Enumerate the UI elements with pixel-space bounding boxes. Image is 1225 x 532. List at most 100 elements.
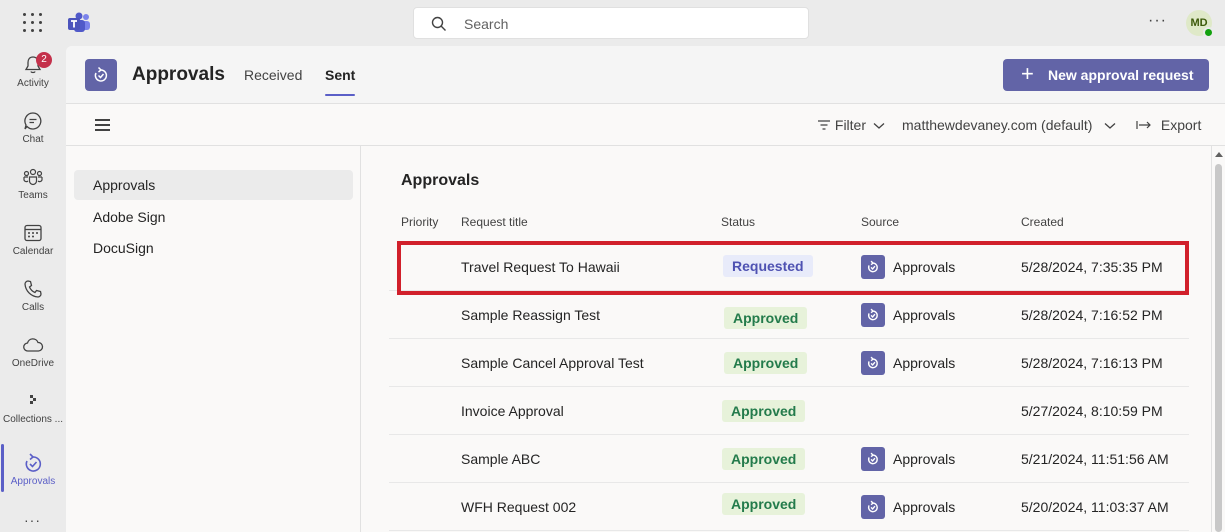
calendar-icon — [24, 224, 42, 242]
filter-button[interactable]: Filter — [817, 117, 885, 133]
chevron-down-icon — [873, 123, 885, 129]
source-label: Approvals — [893, 355, 956, 371]
created-date: 5/20/2024, 11:03:37 AM — [1021, 499, 1169, 515]
table-row[interactable]: Sample Cancel Approval Test Approved App… — [389, 339, 1189, 387]
request-title: Sample Cancel Approval Test — [461, 355, 644, 371]
tab-sent[interactable]: Sent — [325, 67, 356, 96]
approvals-app-icon — [85, 59, 117, 91]
approvals-source-icon — [861, 495, 885, 519]
hamburger-menu-icon[interactable] — [95, 119, 110, 131]
rail-item-calls[interactable]: Calls — [0, 270, 66, 326]
more-options-icon[interactable]: ··· — [1148, 12, 1167, 30]
export-label: Export — [1160, 117, 1202, 133]
rail-item-chat[interactable]: Chat — [0, 102, 66, 158]
status-badge: Requested — [723, 255, 813, 277]
created-date: 5/28/2024, 7:35:35 PM — [1021, 259, 1163, 275]
nav-item-adobe-sign[interactable]: Adobe Sign — [74, 202, 353, 232]
request-title: Invoice Approval — [461, 403, 564, 419]
filter-label: Filter — [834, 117, 867, 133]
rail-label: Teams — [18, 190, 48, 201]
environment-dropdown[interactable]: matthewdevaney.com (default) — [902, 117, 1116, 133]
presence-available-icon — [1203, 27, 1214, 38]
rail-label: Calls — [21, 302, 45, 313]
list-scrollbar[interactable] — [1211, 146, 1225, 532]
approvals-source-icon — [861, 351, 885, 375]
cloud-icon — [23, 338, 44, 352]
rail-item-teams[interactable]: Teams — [0, 158, 66, 214]
status-badge: Approved — [722, 400, 806, 422]
request-title: WFH Request 002 — [461, 499, 577, 515]
collections-icon — [30, 395, 36, 404]
rail-label: OneDrive — [11, 358, 55, 369]
filter-icon — [818, 120, 830, 130]
source-label: Approvals — [893, 451, 956, 467]
table-row[interactable]: Sample ABC Approved Approvals 5/21/2024,… — [389, 435, 1189, 483]
request-title: Travel Request To Hawaii — [461, 259, 620, 275]
environment-label: matthewdevaney.com (default) — [902, 117, 1093, 133]
source-nav: Approvals Adobe Sign DocuSign — [66, 146, 361, 532]
teams-logo-icon — [68, 12, 90, 32]
status-badge: Approved — [724, 352, 808, 374]
rail-label: Chat — [22, 134, 44, 145]
column-header-status[interactable]: Status — [721, 215, 755, 229]
top-bar: Search ··· MD — [0, 0, 1225, 46]
request-title: Sample ABC — [461, 451, 541, 467]
tab-received[interactable]: Received — [244, 67, 302, 83]
status-badge: Approved — [722, 448, 806, 470]
scrollbar-thumb[interactable] — [1215, 164, 1222, 532]
source-label: Approvals — [893, 307, 956, 323]
chevron-down-icon — [1104, 123, 1116, 129]
source-label: Approvals — [893, 259, 956, 275]
nav-item-docusign[interactable]: DocuSign — [74, 233, 353, 263]
approvals-source-icon — [861, 447, 885, 471]
table-row[interactable]: Invoice Approval Approved 5/27/2024, 8:1… — [389, 387, 1189, 435]
approvals-list: Approvals Priority Request title Status … — [362, 146, 1225, 532]
export-icon — [1136, 121, 1151, 129]
new-approval-label: New approval request — [1048, 67, 1194, 83]
table-row[interactable]: Travel Request To Hawaii Requested Appro… — [389, 243, 1189, 291]
user-avatar[interactable]: MD — [1186, 10, 1214, 38]
column-header-created[interactable]: Created — [1021, 215, 1064, 229]
teams-icon — [23, 168, 43, 186]
plus-icon: + — [1021, 61, 1034, 86]
new-approval-request-button[interactable]: + New approval request — [1003, 59, 1209, 91]
more-apps-icon[interactable]: ··· — [24, 512, 41, 528]
app-rail: 2 Activity Chat Teams Calendar Calls One… — [0, 46, 66, 532]
created-date: 5/28/2024, 7:16:13 PM — [1021, 355, 1163, 371]
status-badge: Approved — [724, 307, 808, 329]
rail-item-approvals[interactable]: Approvals — [0, 444, 66, 500]
column-header-source[interactable]: Source — [861, 215, 899, 229]
created-date: 5/28/2024, 7:16:52 PM — [1021, 307, 1163, 323]
approvals-icon — [25, 453, 42, 472]
search-placeholder: Search — [464, 16, 509, 32]
rail-label: Approvals — [10, 476, 56, 487]
column-header-request-title[interactable]: Request title — [461, 215, 528, 229]
approvals-app: Approvals Received Sent + New approval r… — [66, 46, 1225, 532]
table-row[interactable]: WFH Request 002 Approved Approvals 5/20/… — [389, 483, 1189, 531]
column-header-priority[interactable]: Priority — [401, 215, 438, 229]
list-title: Approvals — [401, 172, 480, 189]
created-date: 5/21/2024, 11:51:56 AM — [1021, 451, 1169, 467]
rail-item-onedrive[interactable]: OneDrive — [0, 326, 66, 382]
rail-label: Calendar — [12, 246, 54, 257]
rail-item-calendar[interactable]: Calendar — [0, 214, 66, 270]
source-label: Approvals — [893, 499, 956, 515]
approvals-source-icon — [861, 255, 885, 279]
phone-icon — [24, 280, 42, 298]
scroll-up-icon[interactable] — [1215, 152, 1223, 157]
approvals-source-icon — [861, 303, 885, 327]
app-launcher-icon[interactable] — [23, 13, 43, 33]
toolbar: Filter matthewdevaney.com (default) Expo… — [66, 104, 1225, 146]
app-header: Approvals Received Sent + New approval r… — [66, 46, 1225, 104]
status-badge: Approved — [722, 493, 806, 515]
search-icon — [431, 16, 446, 31]
rail-label: Activity — [17, 78, 49, 89]
search-input[interactable]: Search — [413, 7, 809, 39]
nav-item-approvals[interactable]: Approvals — [74, 170, 353, 200]
table-row[interactable]: Sample Reassign Test Approved Approvals … — [389, 291, 1189, 339]
rail-item-collections[interactable]: Collections ... — [0, 382, 66, 438]
export-button[interactable]: Export — [1136, 117, 1201, 133]
request-title: Sample Reassign Test — [461, 307, 601, 323]
created-date: 5/27/2024, 8:10:59 PM — [1021, 403, 1163, 419]
rail-item-activity[interactable]: 2 Activity — [0, 46, 66, 102]
